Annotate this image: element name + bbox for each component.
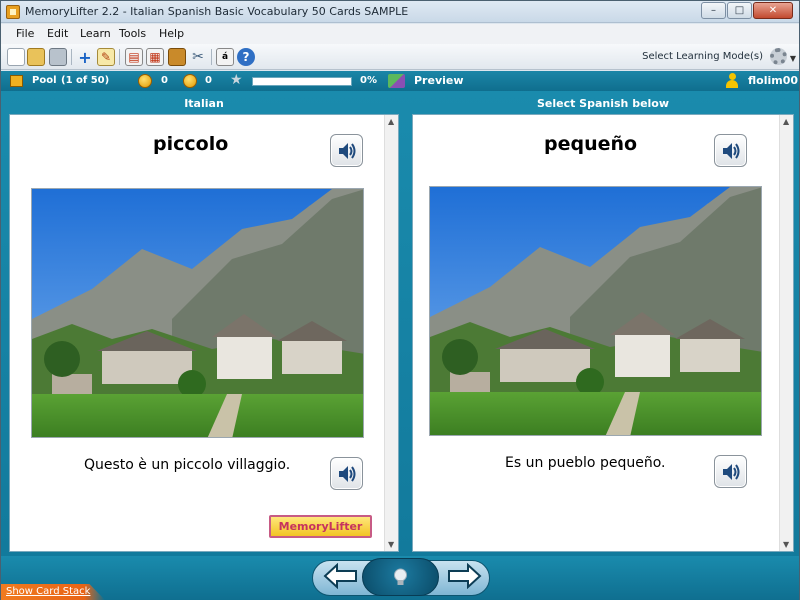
menu-bar: File Edit Learn Tools Help [1,24,799,44]
answer-word: pequeño [544,133,638,155]
font-icon[interactable]: á [216,48,234,66]
gear-icon[interactable] [770,48,787,65]
close-button[interactable]: ✕ [753,2,793,19]
question-image [31,188,364,438]
question-scrollbar[interactable]: ▲ ▼ [384,115,398,551]
status-bar: Pool (1 of 50) 0 0 ★ 0% Preview flolim00 [1,71,799,91]
answer-sentence-audio-button[interactable] [714,455,747,488]
speaker-icon [723,464,740,480]
open-folder-icon[interactable] [27,48,45,66]
hint-button[interactable] [362,558,439,596]
scroll-up-icon[interactable]: ▲ [783,117,789,126]
statistics-icon[interactable] [168,48,186,66]
answer-pane-header: Select Spanish below [536,97,670,110]
progress-label: 0% [360,75,377,86]
main-area: Italian Select Spanish below piccolo Que… [1,91,799,556]
show-card-stack-link[interactable]: Show Card Stack [1,584,105,600]
happy-smiley-icon [138,74,152,88]
preview-link[interactable]: Preview [414,74,464,87]
scroll-down-icon[interactable]: ▼ [388,540,394,549]
learning-mode-label[interactable]: Select Learning Mode(s) [642,51,763,62]
answer-card: pequeño Es un pueblo pequeño. ▲ ▼ [412,114,794,552]
next-card-button[interactable] [444,562,484,593]
lightbulb-icon [394,568,407,585]
scroll-down-icon[interactable]: ▼ [783,540,789,549]
menu-tools[interactable]: Tools [119,27,146,40]
new-file-icon[interactable] [7,48,25,66]
village-photo [430,187,761,435]
pool-icon [10,75,23,87]
arrow-right-icon [448,562,482,590]
answer-word-audio-button[interactable] [714,134,747,167]
village-photo [32,189,363,437]
question-sentence: Questo è un piccolo villaggio. [84,457,291,473]
menu-file[interactable]: File [16,27,34,40]
question-pane-header: Italian [184,97,224,110]
toolbar: + ✎ ▤ ▦ ✂ á ? Select Learning Mode(s) ▼ [1,44,799,70]
title-bar: MemoryLifter 2.2 - Italian Spanish Basic… [1,1,799,23]
preview-icon[interactable] [388,74,405,88]
username: flolim00 [748,74,799,87]
print-icon[interactable] [49,48,67,66]
question-word: piccolo [153,133,229,155]
menu-help[interactable]: Help [159,27,184,40]
scroll-up-icon[interactable]: ▲ [388,117,394,126]
maximize-button[interactable]: □ [727,2,752,19]
add-card-icon[interactable]: + [76,48,94,67]
card-settings-icon[interactable]: ▦ [146,48,164,66]
user-icon [726,73,738,88]
sad-smiley-icon [183,74,197,88]
chevron-down-icon[interactable]: ▼ [790,54,796,63]
pool-count: (1 of 50) [61,75,110,86]
answer-sentence: Es un pueblo pequeño. [505,455,666,471]
edit-card-icon[interactable]: ✎ [97,48,115,66]
tools-icon[interactable]: ✂ [189,48,207,66]
window-controls: – □ ✕ [701,2,793,19]
pool-label: Pool [32,75,57,86]
speaker-icon [723,143,740,159]
toolbar-separator [119,49,120,65]
bottom-navigation [1,556,799,600]
correct-count: 0 [161,75,168,86]
question-card: piccolo Questo è un piccolo villaggio. M… [9,114,399,552]
menu-edit[interactable]: Edit [47,27,68,40]
previous-card-button[interactable] [321,562,361,593]
progress-bar [252,77,352,86]
arrow-left-icon [323,562,357,590]
help-icon[interactable]: ? [237,48,255,66]
answer-image [429,186,762,436]
speaker-icon [339,466,356,482]
answer-scrollbar[interactable]: ▲ ▼ [779,115,793,551]
wrong-count: 0 [205,75,212,86]
slideshow-icon[interactable]: ▤ [125,48,143,66]
toolbar-separator [71,49,72,65]
menu-learn[interactable]: Learn [80,27,111,40]
speaker-icon [339,143,356,159]
memorylifter-logo: MemoryLifter [269,515,372,538]
app-logo-icon [6,5,20,19]
window-title: MemoryLifter 2.2 - Italian Spanish Basic… [25,5,409,18]
toolbar-separator [211,49,212,65]
star-icon: ★ [230,72,243,88]
app-window: MemoryLifter 2.2 - Italian Spanish Basic… [0,0,800,600]
question-word-audio-button[interactable] [330,134,363,167]
question-sentence-audio-button[interactable] [330,457,363,490]
minimize-button[interactable]: – [701,2,726,19]
